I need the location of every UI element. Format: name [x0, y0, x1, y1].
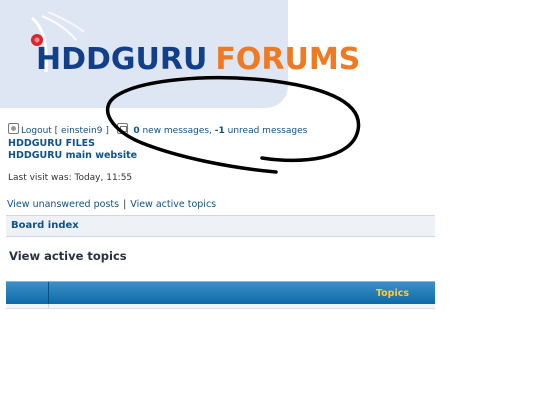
unread-messages-count: -1	[214, 126, 225, 136]
logout-icon	[8, 123, 19, 134]
hddguru-files-link[interactable]: HDDGURU FILES	[8, 138, 137, 150]
logo-text-forums: FORUMS	[215, 42, 361, 77]
site-links: HDDGURU FILES HDDGURU main website	[8, 138, 137, 162]
hddguru-main-website-link[interactable]: HDDGURU main website	[8, 150, 137, 162]
quick-links: View unanswered posts | View active topics	[7, 199, 216, 210]
view-unanswered-posts-link[interactable]: View unanswered posts	[7, 199, 119, 210]
column-header-topics: Topics	[375, 288, 409, 299]
topics-table-body	[6, 304, 435, 309]
quick-links-separator: |	[123, 199, 127, 210]
logout-link[interactable]: Logout [ einstein9 ]	[21, 126, 109, 136]
breadcrumb: Board index	[6, 215, 435, 237]
body-column-divider	[48, 304, 49, 308]
page-title: View active topics	[9, 249, 127, 263]
unread-messages-label: unread messages	[224, 126, 308, 136]
private-messages-icon	[117, 123, 129, 134]
last-visit-text: Last visit was: Today, 11:55	[8, 173, 133, 183]
private-messages-link[interactable]: 0 new messages, -1 unread messages	[133, 126, 307, 136]
header-column-divider	[48, 282, 49, 304]
board-index-link[interactable]: Board index	[11, 220, 79, 231]
new-messages-label: new messages,	[139, 126, 215, 136]
logo-text-hddguru: HDDGURU	[36, 42, 208, 77]
topics-table-header: Topics	[6, 281, 435, 304]
user-bar: Logout [ einstein9 ] 0 new messages, -1 …	[8, 123, 307, 136]
logo-text: HDDGURU FORUMS	[36, 42, 360, 77]
site-logo[interactable]: HDDGURU FORUMS	[22, 12, 360, 92]
view-active-topics-link[interactable]: View active topics	[130, 199, 216, 210]
